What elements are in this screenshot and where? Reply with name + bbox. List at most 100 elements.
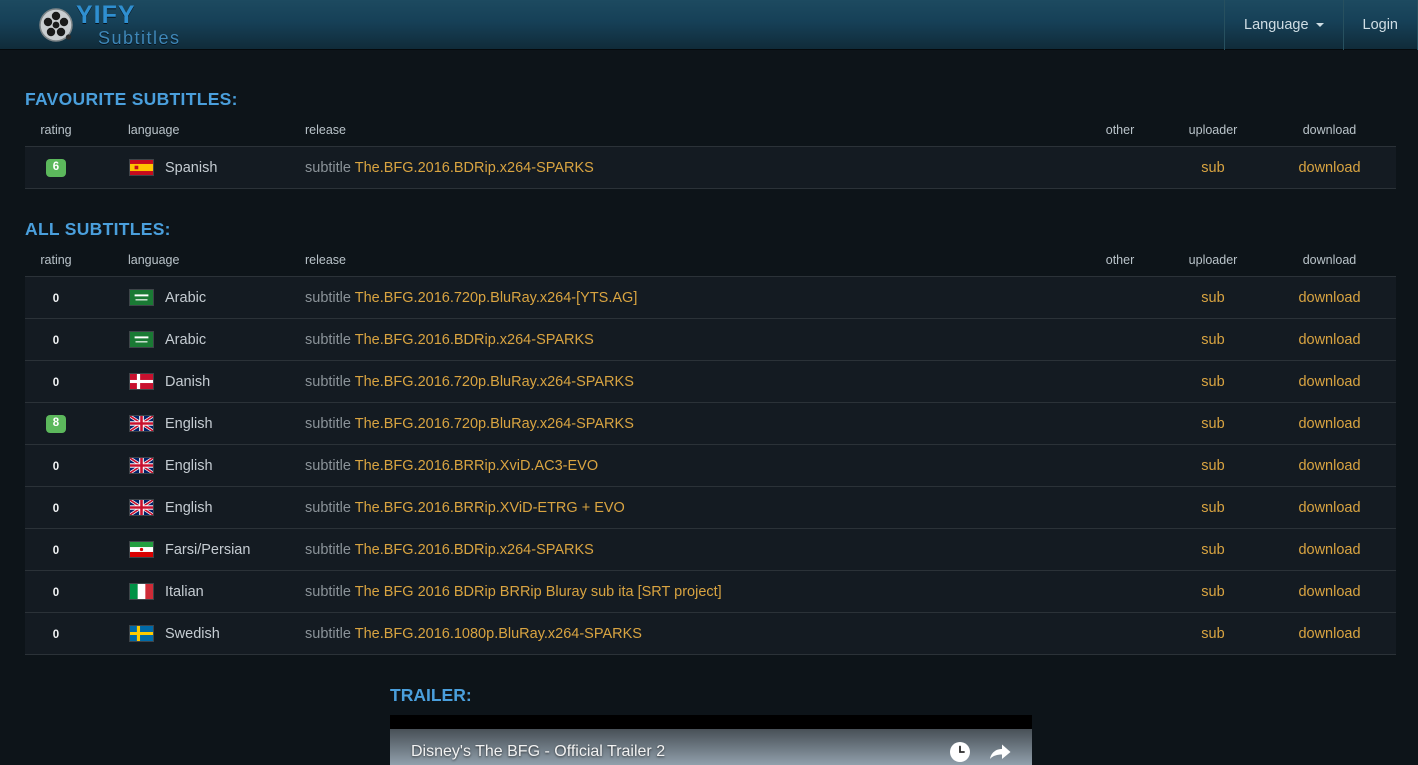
download-link[interactable]: download xyxy=(1298,416,1360,432)
cell-uploader: sub xyxy=(1163,612,1263,655)
table-row: 0 Italian subtitle The BFG 2016 BDRip BRRi… xyxy=(25,570,1396,613)
cell-rating: 0 xyxy=(25,570,87,613)
uploader-link[interactable]: sub xyxy=(1201,374,1224,390)
cell-uploader: sub xyxy=(1163,528,1263,571)
download-link[interactable]: download xyxy=(1298,160,1360,176)
cell-uploader: sub xyxy=(1163,318,1263,361)
share-icon[interactable] xyxy=(988,741,1012,763)
download-link[interactable]: download xyxy=(1298,290,1360,306)
column-header-release: release xyxy=(305,253,346,267)
cell-other xyxy=(1077,444,1163,487)
release-link[interactable]: The.BFG.2016.BRRip.XviD.AC3-EVO xyxy=(355,458,598,474)
cell-release: subtitle The.BFG.2016.720p.BluRay.x264-S… xyxy=(292,360,1077,403)
uploader-link[interactable]: sub xyxy=(1201,584,1224,600)
release-link[interactable]: The.BFG.2016.720p.BluRay.x264-SPARKS xyxy=(355,416,634,432)
language-label: English xyxy=(165,415,213,432)
site-logo[interactable]: YIFY Subtitles xyxy=(38,0,181,50)
nav-item-language[interactable]: Language xyxy=(1224,0,1343,50)
cell-uploader: sub xyxy=(1163,146,1263,189)
cell-rating: 0 xyxy=(25,318,87,361)
table-header-row: rating language release other uploader d… xyxy=(25,253,1396,277)
favourite-subtitles-table: rating language release other uploader d… xyxy=(25,123,1396,189)
download-link[interactable]: download xyxy=(1298,500,1360,516)
subtitle-label: subtitle xyxy=(305,499,351,516)
watch-later-icon[interactable] xyxy=(949,741,971,763)
cell-rating: 6 xyxy=(25,146,87,189)
film-reel-icon xyxy=(38,6,76,44)
uploader-link[interactable]: sub xyxy=(1201,416,1224,432)
trailer-video-player[interactable]: Disney's The BFG - Official Trailer 2 xyxy=(390,715,1032,765)
uploader-link[interactable]: sub xyxy=(1201,458,1224,474)
uploader-link[interactable]: sub xyxy=(1201,160,1224,176)
cell-release: subtitle The BFG 2016 BDRip BRRip Bluray… xyxy=(292,570,1077,613)
subtitle-label: subtitle xyxy=(305,457,351,474)
download-link[interactable]: download xyxy=(1298,542,1360,558)
nav-item-login-label: Login xyxy=(1362,16,1398,33)
release-link[interactable]: The BFG 2016 BDRip BRRip Bluray sub ita … xyxy=(355,584,722,600)
release-link[interactable]: The.BFG.2016.720p.BluRay.x264-SPARKS xyxy=(355,374,634,390)
cell-other xyxy=(1077,276,1163,319)
rating-value: 0 xyxy=(52,376,60,389)
rating-value: 0 xyxy=(52,628,60,641)
cell-release: subtitle The.BFG.2016.BRRip.XviD.AC3-EVO xyxy=(292,444,1077,487)
table-row: 6 Spanish subtitle The.BFG.2016.BDRip.x264… xyxy=(25,146,1396,189)
uploader-link[interactable]: sub xyxy=(1201,542,1224,558)
column-header-language: language xyxy=(128,123,180,137)
language-label: English xyxy=(165,457,213,474)
table-row: 0 English subtitle The.BFG.2016.BRRip.XViD… xyxy=(25,486,1396,529)
subtitle-label: subtitle xyxy=(305,625,351,642)
cell-other xyxy=(1077,402,1163,445)
cell-language: English xyxy=(87,486,292,529)
release-link[interactable]: The.BFG.2016.BDRip.x264-SPARKS xyxy=(355,332,594,348)
uploader-link[interactable]: sub xyxy=(1201,626,1224,642)
rating-value: 0 xyxy=(52,334,60,347)
release-link[interactable]: The.BFG.2016.BDRip.x264-SPARKS xyxy=(355,160,594,176)
subtitle-label: subtitle xyxy=(305,373,351,390)
brand-title: YIFY xyxy=(76,0,136,29)
column-header-download: download xyxy=(1302,253,1357,267)
cell-other xyxy=(1077,528,1163,571)
cell-other xyxy=(1077,318,1163,361)
download-link[interactable]: download xyxy=(1298,374,1360,390)
all-subtitles-table: rating language release other uploader d… xyxy=(25,253,1396,655)
brand-subtitle: Subtitles xyxy=(98,27,181,48)
language-label: Swedish xyxy=(165,625,220,642)
brand-text: YIFY Subtitles xyxy=(76,0,181,48)
nav-item-language-label: Language xyxy=(1244,16,1309,33)
table-row: 0 Farsi/Persian subtitle The.BFG.2016.BDRi… xyxy=(25,528,1396,571)
download-link[interactable]: download xyxy=(1298,332,1360,348)
rating-value: 0 xyxy=(52,460,60,473)
download-link[interactable]: download xyxy=(1298,458,1360,474)
cell-release: subtitle The.BFG.2016.BRRip.XViD-ETRG + … xyxy=(292,486,1077,529)
cell-uploader: sub xyxy=(1163,444,1263,487)
nav-item-login[interactable]: Login xyxy=(1342,0,1418,50)
column-header-download: download xyxy=(1302,123,1357,137)
column-header-rating: rating xyxy=(40,123,72,137)
release-link[interactable]: The.BFG.2016.1080p.BluRay.x264-SPARKS xyxy=(355,626,642,642)
release-link[interactable]: The.BFG.2016.BDRip.x264-SPARKS xyxy=(355,542,594,558)
subtitle-label: subtitle xyxy=(305,289,351,306)
download-link[interactable]: download xyxy=(1298,626,1360,642)
trailer-title: TRAILER: xyxy=(390,685,472,705)
subtitle-label: subtitle xyxy=(305,331,351,348)
flag-united-kingdom xyxy=(129,499,165,516)
video-topbar: Disney's The BFG - Official Trailer 2 xyxy=(390,729,1032,765)
language-label: Danish xyxy=(165,373,211,390)
all-subtitles-body: 0 Arabic subtitle The.BFG.2016.720p.BluRay… xyxy=(25,276,1396,655)
cell-download: download xyxy=(1263,570,1396,613)
release-link[interactable]: The.BFG.2016.720p.BluRay.x264-[YTS.AG] xyxy=(355,290,638,306)
cell-other xyxy=(1077,146,1163,189)
uploader-link[interactable]: sub xyxy=(1201,290,1224,306)
column-header-other: other xyxy=(1105,123,1135,137)
uploader-link[interactable]: sub xyxy=(1201,332,1224,348)
download-link[interactable]: download xyxy=(1298,584,1360,600)
column-header-uploader: uploader xyxy=(1188,123,1238,137)
cell-other xyxy=(1077,486,1163,529)
cell-other xyxy=(1077,570,1163,613)
uploader-link[interactable]: sub xyxy=(1201,500,1224,516)
cell-download: download xyxy=(1263,612,1396,655)
rating-badge: 8 xyxy=(46,415,66,433)
language-label: Arabic xyxy=(165,289,207,306)
table-row: 0 Arabic subtitle The.BFG.2016.BDRip.x264-… xyxy=(25,318,1396,361)
release-link[interactable]: The.BFG.2016.BRRip.XViD-ETRG + EVO xyxy=(355,500,625,516)
